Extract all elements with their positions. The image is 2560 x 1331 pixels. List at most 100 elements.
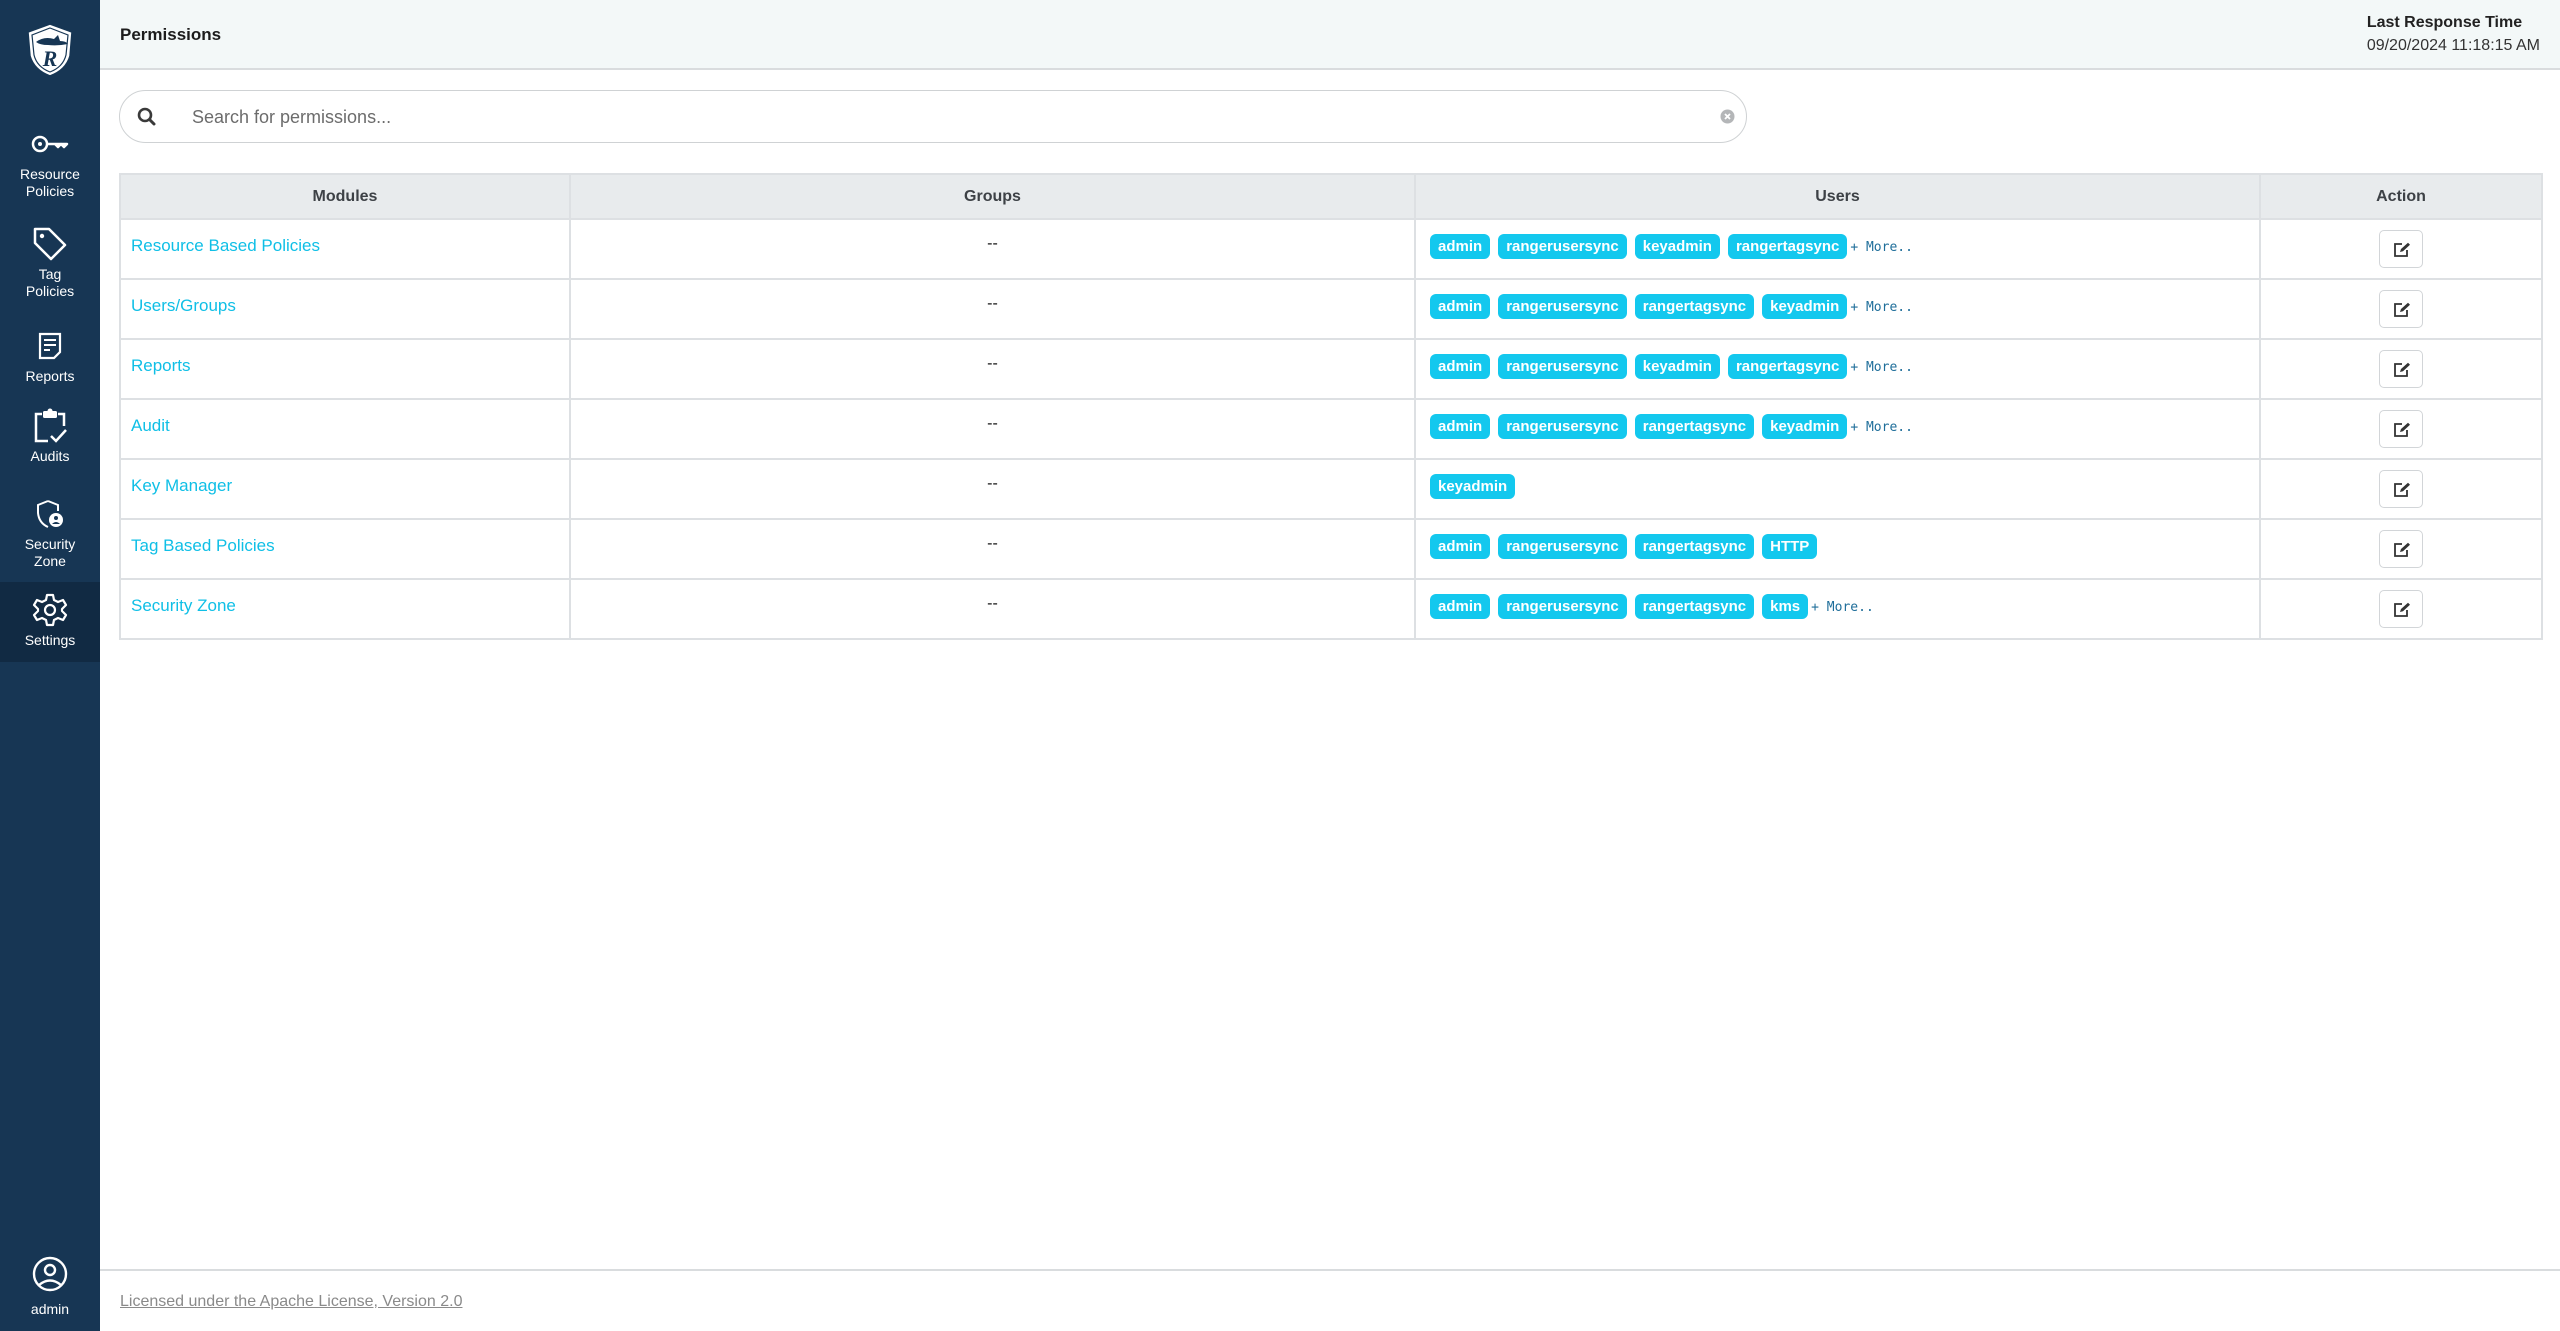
user-badge: kms [1762,594,1809,619]
user-circle-icon [32,1256,68,1297]
users-cell: admin rangerusersync rangertagsync keyadmin… [1414,398,2261,460]
action-cell [2259,218,2543,280]
users-cell: admin rangerusersync rangertagsync HTTP [1414,518,2261,580]
user-badge: rangerusersync [1498,414,1627,439]
user-badge: rangertagsync [1634,294,1755,319]
permissions-table: Modules Groups Users Action Resource Bas… [119,173,2543,640]
more-users-link[interactable]: + More.. [1850,240,1913,255]
tag-icon [30,224,70,264]
module-cell: Security Zone [119,578,571,640]
license-link[interactable]: Licensed under the Apache License, Versi… [120,1293,462,1311]
sidebar-item-settings[interactable]: Settings [0,582,100,662]
edit-button[interactable] [2379,290,2423,328]
user-badge: admin [1430,594,1491,619]
sidebar-item-resource-policies[interactable]: Resource Policies [0,124,100,200]
user-badge: rangerusersync [1498,534,1627,559]
column-header-users: Users [1414,173,2261,220]
last-response-value: 09/20/2024 11:18:15 AM [2366,37,2540,54]
sidebar-item-label: Audits [30,448,70,464]
search-icon [136,106,158,128]
module-link[interactable]: Tag Based Policies [131,536,275,555]
clear-search-icon[interactable] [1719,108,1736,125]
sidebar-item-label: Resource [20,166,80,182]
user-badge: rangertagsync [1634,534,1755,559]
table-row: Resource Based Policies -- admin rangeruser… [119,218,2543,280]
edit-button[interactable] [2379,230,2423,268]
module-link[interactable]: Key Manager [131,476,232,495]
user-name: admin [30,1301,70,1317]
users-cell: admin rangerusersync rangertagsync kms + Mor… [1414,578,2261,640]
sidebar-item-label: Policies [25,283,75,299]
edit-button[interactable] [2379,470,2423,508]
user-badge: rangerusersync [1498,594,1627,619]
table-row: Security Zone -- admin rangerusersync ranger… [119,578,2543,640]
column-header-modules: Modules [119,173,571,220]
more-users-link[interactable]: + More.. [1850,360,1913,375]
sidebar-item-reports[interactable]: Reports [0,326,100,385]
module-cell: Key Manager [119,458,571,520]
search-input[interactable] [192,101,1672,133]
action-cell [2259,398,2543,460]
column-header-groups: Groups [569,173,1416,220]
module-link[interactable]: Security Zone [131,596,236,615]
table-row: Users/Groups -- admin rangerusersync rangert… [119,278,2543,340]
sidebar-item-security-zone[interactable]: Security Zone [0,494,100,570]
module-link[interactable]: Reports [131,356,191,375]
edit-button[interactable] [2379,530,2423,568]
sidebar-item-audits[interactable]: Audits [0,406,100,465]
user-badge: keyadmin [1762,294,1848,319]
more-users-link[interactable]: + More.. [1811,600,1874,615]
edit-button[interactable] [2379,590,2423,628]
user-menu[interactable]: admin [0,1256,100,1317]
action-cell [2259,518,2543,580]
user-badge: admin [1430,294,1491,319]
user-badge: keyadmin [1762,414,1848,439]
sidebar-item-tag-policies[interactable]: Tag Policies [0,224,100,300]
table-row: Key Manager -- keyadmin [119,458,2543,520]
last-response-label: Last Response Time [2366,14,2523,31]
groups-cell: -- [569,578,1416,640]
table-row: Reports -- admin rangerusersync keyadmin rang… [119,338,2543,400]
module-link[interactable]: Resource Based Policies [131,236,320,255]
gear-icon [30,590,70,630]
sidebar-item-label: Security [24,536,76,552]
users-cell: keyadmin [1414,458,2261,520]
user-badge: HTTP [1762,534,1818,559]
edit-icon [2394,602,2410,617]
edit-icon [2394,242,2410,257]
column-header-action: Action [2259,173,2543,220]
user-badge: rangertagsync [1727,354,1848,379]
module-link[interactable]: Audit [131,416,170,435]
groups-cell: -- [569,458,1416,520]
groups-cell: -- [569,518,1416,580]
action-cell [2259,338,2543,400]
action-cell [2259,458,2543,520]
user-badge: rangerusersync [1498,354,1627,379]
more-users-link[interactable]: + More.. [1850,420,1913,435]
edit-icon [2394,542,2410,557]
action-cell [2259,578,2543,640]
sidebar-item-label: Settings [24,632,76,648]
sidebar: R Resource Policies Tag Policies Reports A… [0,0,100,1331]
svg-text:R: R [42,46,58,71]
edit-button[interactable] [2379,410,2423,448]
users-cell: admin rangerusersync keyadmin rangertagsync… [1414,338,2261,400]
search-bar [119,90,1747,143]
more-users-link[interactable]: + More.. [1850,300,1913,315]
groups-cell: -- [569,278,1416,340]
module-cell: Resource Based Policies [119,218,571,280]
user-badge: admin [1430,534,1491,559]
user-badge: admin [1430,234,1491,259]
key-icon [30,124,70,164]
edit-button[interactable] [2379,350,2423,388]
ranger-logo[interactable]: R [24,22,76,78]
module-cell: Audit [119,398,571,460]
table-row: Audit -- admin rangerusersync rangertagsync k… [119,398,2543,460]
action-cell [2259,278,2543,340]
footer: Licensed under the Apache License, Versi… [100,1269,2560,1331]
user-badge: rangerusersync [1498,294,1627,319]
module-link[interactable]: Users/Groups [131,296,236,315]
clipboard-check-icon [30,406,70,446]
table-row: Tag Based Policies -- admin rangerusersync r… [119,518,2543,580]
user-badge: keyadmin [1634,354,1720,379]
